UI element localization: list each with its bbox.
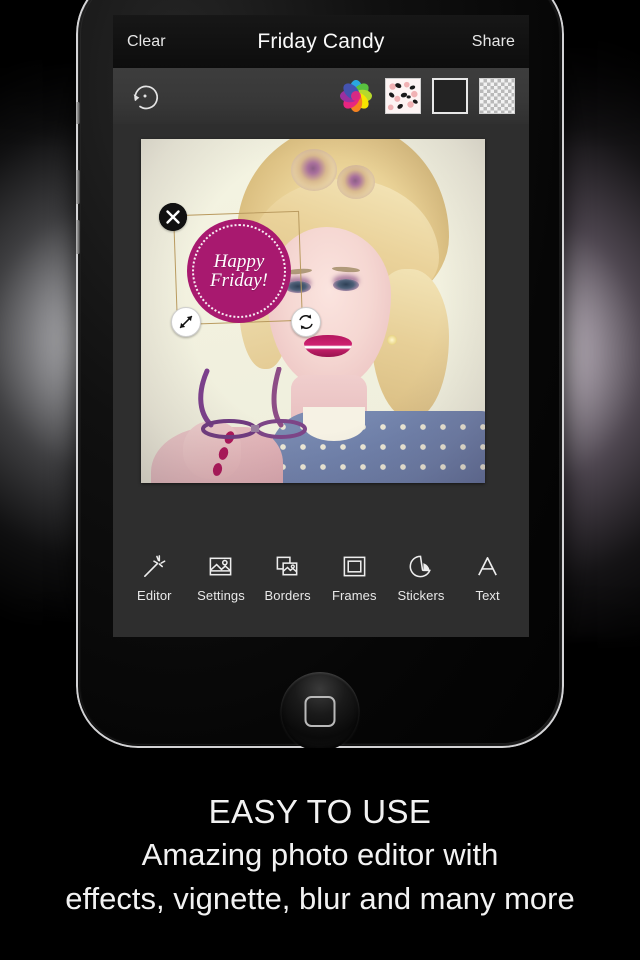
swatch-color-wheel[interactable]: [338, 78, 374, 114]
magic-wand-icon: [141, 551, 168, 581]
swatch-floral-pattern[interactable]: [385, 78, 421, 114]
app-navbar: Clear Friday Candy Share: [113, 15, 529, 68]
photo-eyeglasses: [181, 366, 361, 477]
caption-line-1: Amazing photo editor with: [141, 837, 499, 872]
phone-device: Clear Friday Candy Share Happy Friday! E…: [76, 0, 564, 748]
swatch-solid-black[interactable]: [432, 78, 468, 114]
tool-label: Text: [475, 588, 500, 603]
photo-victory-roll-right: [337, 165, 375, 199]
volume-down-button[interactable]: [76, 220, 80, 254]
swatch-transparent[interactable]: [479, 78, 515, 114]
tool-label: Editor: [137, 588, 172, 603]
tool-settings[interactable]: Settings: [190, 551, 252, 603]
mute-switch[interactable]: [76, 102, 80, 124]
photo-earring: [387, 335, 397, 345]
tool-editor[interactable]: Editor: [123, 551, 185, 603]
sticker-peel-icon: [407, 551, 434, 581]
sticker-overlay[interactable]: Happy Friday!: [159, 203, 321, 337]
swatch-list: [338, 78, 515, 114]
circular-undo-icon[interactable]: [127, 78, 163, 114]
sticker-text-line2: Friday!: [209, 270, 269, 291]
frame-square-icon: [341, 551, 368, 581]
photo-image[interactable]: Happy Friday!: [141, 139, 485, 483]
tool-borders[interactable]: Borders: [257, 551, 319, 603]
sticker-text-line1: Happy: [213, 251, 265, 272]
image-adjust-icon: [207, 551, 234, 581]
caption-line-2: effects, vignette, blur and many more: [65, 881, 575, 916]
tool-frames[interactable]: Frames: [323, 551, 385, 603]
volume-up-button[interactable]: [76, 170, 80, 204]
tool-label: Frames: [331, 588, 377, 603]
photo-victory-roll-left: [291, 149, 337, 191]
home-button[interactable]: [280, 672, 360, 748]
page-title: Friday Candy: [257, 29, 385, 53]
screenshot-stage: Clear Friday Candy Share Happy Friday! E…: [0, 0, 640, 960]
editor-toolbar: Editor Settings Borders Frames Stickers …: [113, 524, 529, 637]
text-a-icon: [474, 551, 501, 581]
sticker-text: Happy Friday!: [210, 252, 268, 290]
photo-eye-right: [333, 279, 359, 291]
caption-headline: EASY TO USE: [208, 793, 432, 830]
tool-label: Settings: [197, 588, 245, 603]
editor-canvas[interactable]: Happy Friday!: [113, 124, 529, 524]
tool-text[interactable]: Text: [457, 551, 519, 603]
layers-icon: [274, 551, 301, 581]
tool-label: Stickers: [397, 588, 445, 603]
close-icon[interactable]: [159, 203, 187, 231]
phone-screen: Clear Friday Candy Share Happy Friday! E…: [113, 15, 529, 637]
rotate-icon[interactable]: [291, 307, 321, 337]
share-button[interactable]: Share: [472, 33, 515, 51]
tool-label: Borders: [264, 588, 311, 603]
clear-button[interactable]: Clear: [127, 33, 166, 51]
options-bar: [113, 68, 529, 124]
sticker-badge: Happy Friday!: [187, 219, 291, 323]
home-button-square: [304, 696, 336, 727]
resize-icon[interactable]: [171, 307, 201, 337]
tool-stickers[interactable]: Stickers: [390, 551, 452, 603]
promo-caption: EASY TO USE Amazing photo editor with ef…: [0, 792, 640, 920]
